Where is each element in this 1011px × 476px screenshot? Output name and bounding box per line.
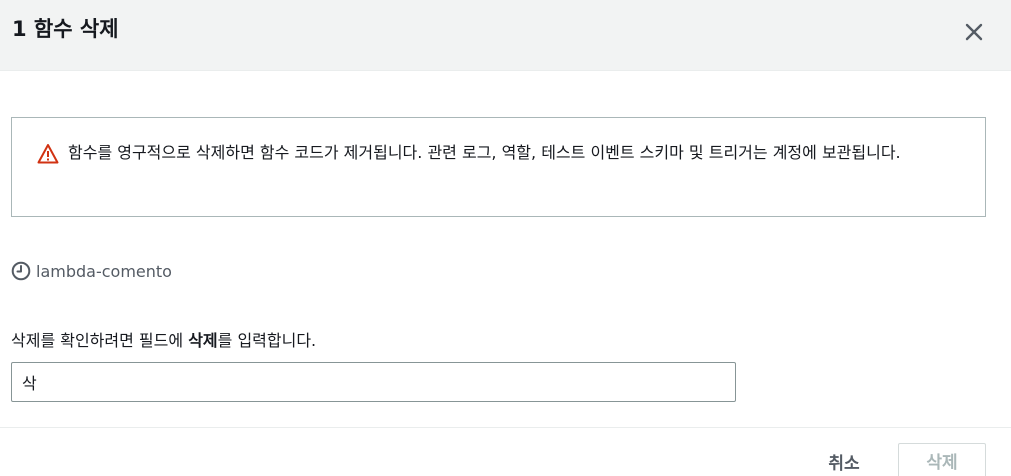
close-button[interactable] [958, 16, 990, 48]
modal-title: 1 함수 삭제 [12, 17, 119, 41]
confirm-label-suffix: 를 입력합니다. [217, 331, 317, 350]
clock-icon [11, 261, 31, 281]
delete-function-modal: 1 함수 삭제 함수를 영구적으로 삭제하면 함수 코드가 제거됩니다. 관련 … [0, 0, 1011, 476]
cancel-button[interactable]: 취소 [812, 444, 876, 476]
function-identifier: lambda-comento [11, 261, 172, 281]
delete-button[interactable]: 삭제 [898, 443, 986, 476]
close-icon [965, 23, 983, 41]
confirm-keyword: 삭제 [188, 331, 218, 350]
confirm-label-prefix: 삭제를 확인하려면 필드에 [11, 331, 189, 350]
modal-header: 1 함수 삭제 [0, 0, 1011, 71]
confirm-instruction: 삭제를 확인하려면 필드에 삭제를 입력합니다. [11, 329, 316, 353]
alert-message: 함수를 영구적으로 삭제하면 함수 코드가 제거됩니다. 관련 로그, 역할, … [68, 143, 901, 162]
footer-divider [0, 427, 1011, 428]
confirm-input[interactable] [11, 362, 736, 402]
function-name: lambda-comento [36, 261, 172, 281]
warning-alert: 함수를 영구적으로 삭제하면 함수 코드가 제거됩니다. 관련 로그, 역할, … [11, 117, 986, 217]
warning-icon [37, 144, 59, 164]
